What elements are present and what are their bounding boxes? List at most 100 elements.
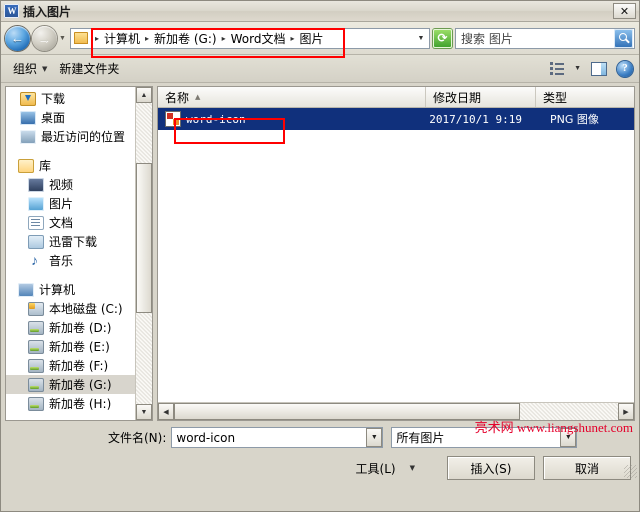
sidebar-item-desktop[interactable]: 桌面 <box>6 108 152 127</box>
column-headers: 名称 ▲ 修改日期 类型 <box>158 87 634 108</box>
dialog-body: 下载 桌面 最近访问的位置 库 视频 图片 文档 迅雷下载 ♪ 音乐 计算机 本… <box>1 83 639 421</box>
sidebar-item-pictures[interactable]: 图片 <box>6 194 152 213</box>
sidebar-item-label: 音乐 <box>49 254 74 268</box>
sidebar-item-volume-d[interactable]: 新加卷 (D:) <box>6 318 152 337</box>
chevron-down-icon: ▼ <box>42 64 48 73</box>
search-icon[interactable] <box>614 28 633 48</box>
breadcrumb-separator: ▸ <box>145 33 150 43</box>
preview-pane-icon[interactable] <box>591 61 607 76</box>
sidebar-item-volume-e[interactable]: 新加卷 (E:) <box>6 337 152 356</box>
search-input[interactable]: 搜索 图片 <box>456 30 614 47</box>
image-file-icon <box>166 112 180 126</box>
filename-value[interactable]: word-icon <box>172 431 366 445</box>
column-header-type[interactable]: 类型 <box>536 87 634 107</box>
sidebar-item-thunder-download[interactable]: 迅雷下载 <box>6 232 152 251</box>
tools-label: 工具(L) <box>355 461 396 476</box>
sidebar-item-label: 下载 <box>41 92 66 106</box>
scrollbar-track[interactable] <box>136 103 152 404</box>
table-row[interactable]: word-icon 2017/10/1 9:19 PNG 图像 <box>158 108 634 130</box>
window-title: 插入图片 <box>23 4 72 19</box>
search-box[interactable]: 搜索 图片 <box>455 27 635 49</box>
sidebar-item-label: 文档 <box>49 216 74 230</box>
action-row: 工具(L) ▼ 插入(S) 取消 <box>9 456 631 480</box>
sidebar-item-videos[interactable]: 视频 <box>6 175 152 194</box>
breadcrumb-item-1[interactable]: 新加卷 (G:) <box>153 30 218 47</box>
title-bar: W 插入图片 ✕ <box>1 1 639 22</box>
breadcrumb-item-3[interactable]: 图片 <box>298 30 324 47</box>
back-arrow-icon: ← <box>11 30 24 46</box>
sidebar-item-label: 视频 <box>49 178 74 192</box>
sidebar-item-documents[interactable]: 文档 <box>6 213 152 232</box>
list-view-icon[interactable] <box>550 62 565 75</box>
breadcrumb-item-2[interactable]: Word文档 <box>230 30 287 47</box>
hscrollbar-thumb[interactable] <box>174 403 521 420</box>
address-dropdown-button[interactable]: ▼ <box>413 35 429 42</box>
column-header-name[interactable]: 名称 ▲ <box>158 87 426 107</box>
breadcrumb: ▸ 计算机 ▸ 新加卷 (G:) ▸ Word文档 ▸ 图片 <box>91 30 413 47</box>
column-header-label: 名称 <box>165 90 190 105</box>
organize-button[interactable]: 组织 ▼ <box>7 58 53 79</box>
sidebar-item-libraries[interactable]: 库 <box>6 156 152 175</box>
sidebar-item-volume-h[interactable]: 新加卷 (H:) <box>6 394 152 413</box>
address-input[interactable]: ▸ 计算机 ▸ 新加卷 (G:) ▸ Word文档 ▸ 图片 ▼ <box>70 27 430 49</box>
drive-icon <box>28 396 44 411</box>
sidebar-item-label: 迅雷下载 <box>49 235 98 249</box>
drive-icon <box>28 339 44 354</box>
chevron-down-icon: ▼ <box>409 464 415 472</box>
scrollbar-thumb[interactable] <box>136 163 152 313</box>
tree-group-gap <box>6 270 152 280</box>
word-app-icon: W <box>4 4 19 18</box>
sidebar-item-label: 新加卷 (F:) <box>49 359 109 373</box>
view-chevron-down-icon[interactable]: ▼ <box>574 65 581 72</box>
resize-grip[interactable] <box>624 465 637 478</box>
sidebar-item-local-disk-c[interactable]: 本地磁盘 (C:) <box>6 299 152 318</box>
scroll-down-button[interactable]: ▼ <box>136 404 152 420</box>
sidebar-item-label: 最近访问的位置 <box>41 130 126 144</box>
desktop-icon <box>20 110 36 125</box>
recent-places-icon <box>20 129 36 144</box>
sidebar-item-label: 计算机 <box>39 283 76 297</box>
sidebar-item-label: 新加卷 (H:) <box>49 397 112 411</box>
library-icon <box>18 158 34 173</box>
refresh-icon[interactable]: ⟳ <box>433 28 452 48</box>
filename-dropdown-icon[interactable]: ▼ <box>366 428 383 447</box>
picture-icon <box>28 196 44 211</box>
dialog-footer: 文件名(N): word-icon ▼ 所有图片 ▼ 工具(L) ▼ 插入(S)… <box>1 420 639 480</box>
sort-ascending-icon: ▲ <box>195 93 201 101</box>
filename-label: 文件名(N): <box>108 431 167 445</box>
scroll-left-button[interactable]: ◀ <box>158 403 174 420</box>
sidebar-item-label: 库 <box>39 159 52 173</box>
forward-arrow-icon: → <box>38 30 51 46</box>
history-dropdown-button[interactable]: ▼ <box>57 35 68 42</box>
drive-icon <box>28 377 44 392</box>
sidebar-item-computer[interactable]: 计算机 <box>6 280 152 299</box>
breadcrumb-item-0[interactable]: 计算机 <box>103 30 141 47</box>
sidebar-item-volume-g[interactable]: 新加卷 (G:) <box>6 375 152 394</box>
breadcrumb-separator: ▸ <box>95 33 100 43</box>
sidebar-item-label: 桌面 <box>41 111 66 125</box>
insert-button[interactable]: 插入(S) <box>447 456 535 480</box>
sidebar-item-recent-places[interactable]: 最近访问的位置 <box>6 127 152 146</box>
scroll-up-button[interactable]: ▲ <box>136 87 152 103</box>
tools-button[interactable]: 工具(L) ▼ <box>356 460 415 477</box>
cancel-button[interactable]: 取消 <box>543 456 631 480</box>
watermark-text: 亮术网 www.liangshunet.com <box>474 420 633 435</box>
folder-icon <box>74 32 88 44</box>
back-button[interactable]: ← <box>5 25 30 51</box>
sidebar-item-label: 新加卷 (E:) <box>49 340 110 354</box>
sidebar-item-volume-f[interactable]: 新加卷 (F:) <box>6 356 152 375</box>
filename-input[interactable]: word-icon ▼ <box>171 427 384 448</box>
help-icon[interactable]: ? <box>617 60 633 77</box>
column-header-date[interactable]: 修改日期 <box>426 87 536 107</box>
sidebar-item-downloads[interactable]: 下载 <box>6 89 152 108</box>
forward-button[interactable]: → <box>32 25 57 51</box>
navigation-pane-scrollbar[interactable]: ▲ ▼ <box>135 87 152 420</box>
navigation-pane: 下载 桌面 最近访问的位置 库 视频 图片 文档 迅雷下载 ♪ 音乐 计算机 本… <box>5 86 153 421</box>
sidebar-item-label: 本地磁盘 (C:) <box>49 302 123 316</box>
sidebar-item-label: 图片 <box>49 197 74 211</box>
close-button[interactable]: ✕ <box>613 3 636 19</box>
column-header-label: 类型 <box>543 90 568 105</box>
new-folder-button[interactable]: 新建文件夹 <box>53 58 125 79</box>
sidebar-item-music[interactable]: 音乐 <box>6 251 152 270</box>
navigation-tree: 下载 桌面 最近访问的位置 库 视频 图片 文档 迅雷下载 ♪ 音乐 计算机 本… <box>6 87 152 413</box>
